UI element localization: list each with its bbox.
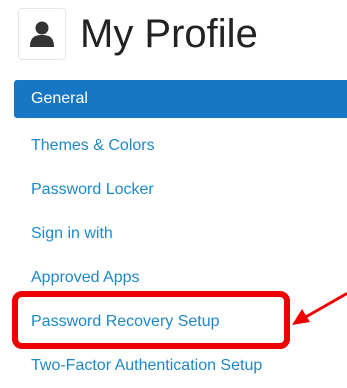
page-title: My Profile [80, 12, 258, 56]
profile-nav: General Themes & Colors Password Locker … [14, 80, 347, 388]
nav-item-password-locker[interactable]: Password Locker [14, 168, 347, 212]
avatar [18, 8, 66, 60]
nav-item-sign-in-with[interactable]: Sign in with [14, 212, 347, 256]
nav-item-approved-apps[interactable]: Approved Apps [14, 256, 347, 300]
nav-item-general[interactable]: General [14, 80, 347, 118]
user-icon [30, 21, 54, 47]
nav-item-password-recovery-setup[interactable]: Password Recovery Setup [14, 300, 347, 344]
profile-header: My Profile [18, 6, 258, 62]
nav-item-two-factor-authentication-setup[interactable]: Two-Factor Authentication Setup [14, 344, 347, 388]
nav-item-themes-colors[interactable]: Themes & Colors [14, 124, 347, 168]
